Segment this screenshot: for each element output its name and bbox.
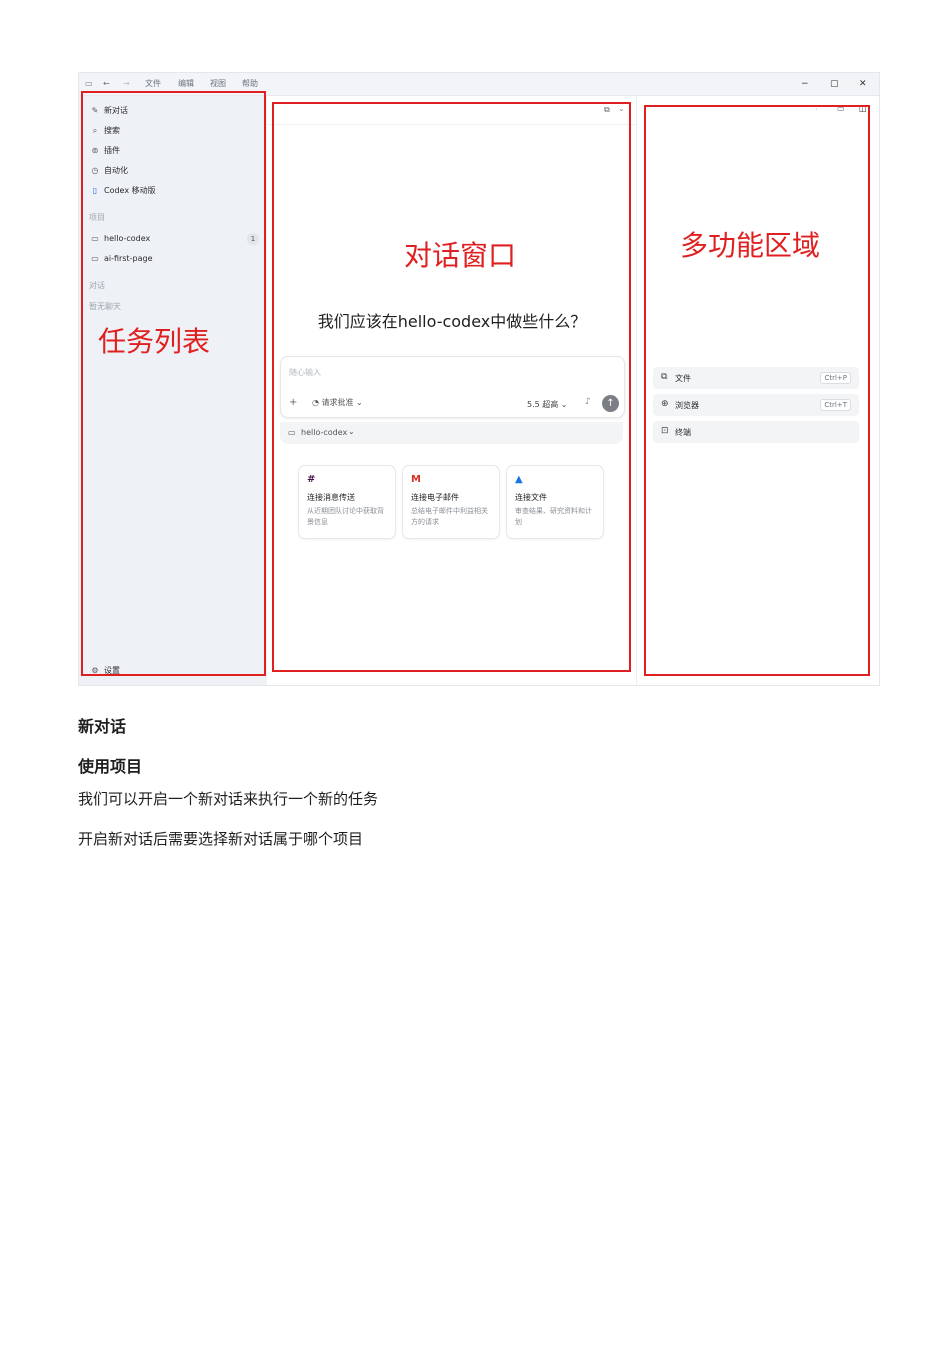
section-heading-new-chat: 新对话 bbox=[78, 717, 127, 736]
maximize-button[interactable]: ▢ bbox=[830, 78, 839, 90]
minimize-button[interactable]: − bbox=[801, 78, 809, 90]
close-button[interactable]: ✕ bbox=[859, 78, 867, 90]
annotation-box-task-list bbox=[81, 91, 266, 676]
annotation-label-task-list: 任务列表 bbox=[98, 325, 211, 358]
forward-arrow-icon[interactable]: → bbox=[123, 78, 130, 90]
menu-file[interactable]: 文件 bbox=[145, 78, 161, 90]
paragraph-1: 我们可以开启一个新对话来执行一个新的任务 bbox=[78, 790, 379, 808]
menu-edit[interactable]: 编辑 bbox=[178, 78, 194, 90]
paragraph-2: 开启新对话后需要选择新对话属于哪个项目 bbox=[78, 830, 364, 848]
section-heading-use-project: 使用项目 bbox=[78, 757, 143, 776]
menu-help[interactable]: 帮助 bbox=[242, 78, 258, 90]
annotation-label-chat-window: 对话窗口 bbox=[404, 239, 517, 272]
menu-view[interactable]: 视图 bbox=[210, 78, 226, 90]
sidebar-toggle-icon[interactable]: ▭ bbox=[85, 78, 93, 90]
annotation-label-multi-area: 多功能区域 bbox=[680, 229, 821, 262]
back-arrow-icon[interactable]: ← bbox=[103, 78, 110, 90]
annotation-box-multi-area bbox=[644, 105, 870, 676]
annotation-box-chat-window bbox=[272, 102, 631, 672]
